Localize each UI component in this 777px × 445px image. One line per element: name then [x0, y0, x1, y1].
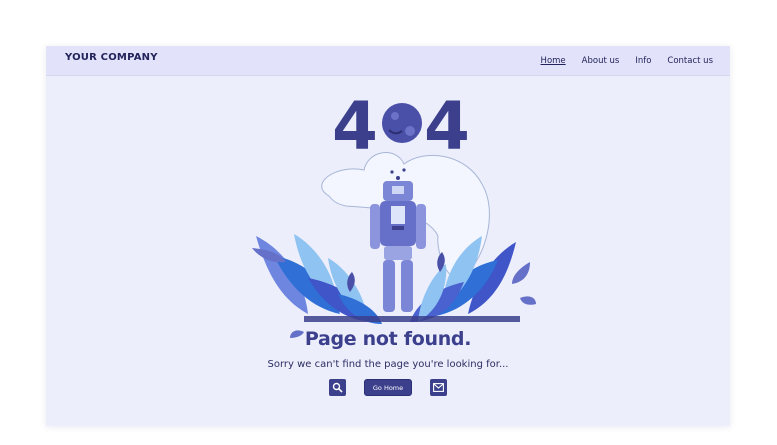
- page-subtitle: Sorry we can't find the page you're look…: [267, 359, 509, 370]
- mail-icon: [433, 383, 444, 392]
- planet-zero-icon: [382, 103, 422, 143]
- search-icon: [332, 382, 343, 393]
- digit-four-right: 4: [424, 88, 470, 165]
- mail-button[interactable]: [430, 379, 447, 396]
- page-frame: YOUR COMPANY Home About us Info Contact …: [46, 46, 730, 426]
- digit-four-left: 4: [332, 88, 378, 165]
- action-bar: Go Home: [46, 379, 730, 396]
- go-home-button[interactable]: Go Home: [364, 379, 412, 396]
- page-title: Page not found.: [304, 328, 472, 350]
- search-button[interactable]: [329, 379, 346, 396]
